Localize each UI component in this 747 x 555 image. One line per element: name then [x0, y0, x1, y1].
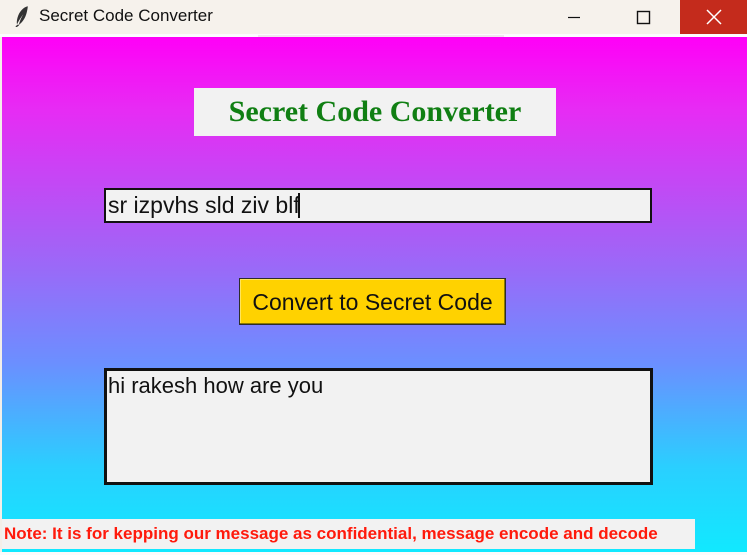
confidentiality-note: Note: It is for kepping our message as c…	[2, 519, 695, 549]
minimize-button[interactable]	[543, 0, 605, 34]
code-input[interactable]: sr izpvhs sld ziv blf	[104, 188, 652, 223]
page-title: Secret Code Converter	[194, 88, 556, 137]
decoded-output-textbox[interactable]: hi rakesh how are you	[104, 368, 653, 485]
minimize-icon	[565, 8, 583, 26]
decoded-output-value: hi rakesh how are you	[108, 373, 324, 398]
text-caret	[297, 193, 300, 218]
window-title: Secret Code Converter	[39, 6, 213, 25]
title-bar[interactable]: Secret Code Converter	[0, 0, 747, 34]
maximize-button[interactable]	[612, 0, 674, 34]
convert-button[interactable]: Convert to Secret Code	[239, 278, 506, 325]
app-window: Secret Code Converter Secret Code Conver…	[0, 0, 747, 555]
close-icon	[704, 7, 724, 27]
maximize-icon	[634, 8, 652, 26]
code-input-value: sr izpvhs sld ziv blf	[108, 192, 300, 218]
close-button[interactable]	[680, 0, 747, 34]
feather-icon	[13, 5, 31, 28]
app-content: Secret Code Converter sr izpvhs sld ziv …	[2, 37, 747, 555]
